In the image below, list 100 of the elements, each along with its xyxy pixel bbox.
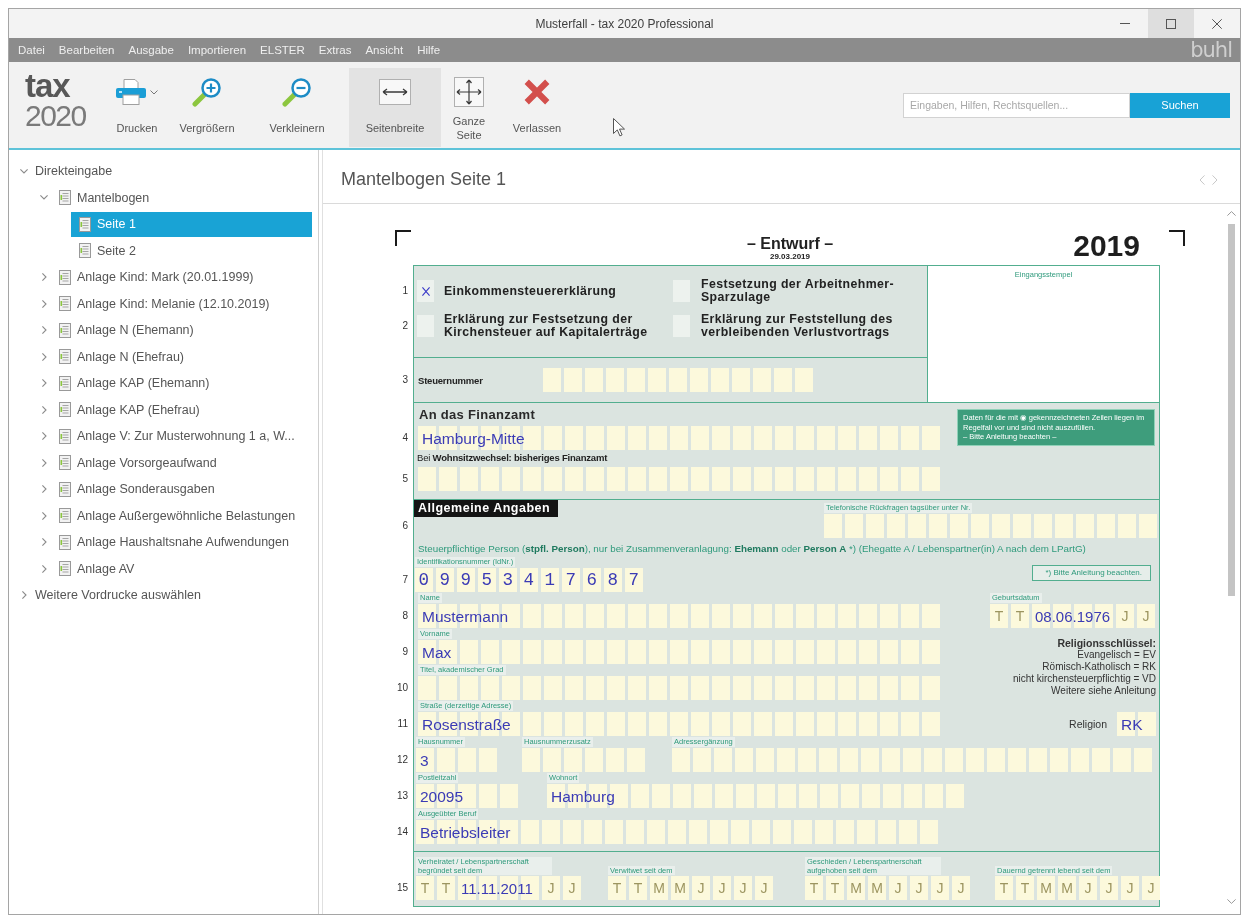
tree-item[interactable]: Anlage N (Ehefrau) [51, 344, 312, 370]
chevron-up-icon[interactable] [1226, 211, 1236, 216]
chevron-left-icon[interactable] [1199, 174, 1205, 185]
checkbox[interactable] [417, 280, 434, 302]
tree-item[interactable]: Anlage Vorsorgeaufwand [51, 450, 312, 476]
chevron-right-icon[interactable] [41, 485, 47, 494]
tree-item[interactable]: Anlage KAP (Ehemann) [51, 370, 312, 396]
date-cell-field[interactable]: J [563, 876, 581, 900]
date-cell-field[interactable]: M [847, 876, 865, 900]
input-field[interactable]: Betriebsleiter [416, 820, 938, 844]
input-field[interactable] [418, 676, 940, 700]
chevron-right-icon[interactable] [41, 379, 47, 388]
tree-item[interactable]: Seite 1 [71, 211, 312, 237]
input-field[interactable]: Hamburg-Mitte [418, 426, 940, 450]
search-field[interactable]: Eingaben, Hilfen, Rechtsquellen... [903, 92, 1130, 118]
date-cell-field[interactable]: T [805, 876, 823, 900]
chevron-right-icon[interactable] [1212, 174, 1218, 185]
input-field[interactable]: Rosenstraße [418, 712, 940, 736]
tree-item[interactable]: Mantelbogen [51, 185, 312, 211]
tree-item[interactable]: Seite 2 [71, 238, 312, 264]
chevron-right-icon[interactable] [41, 299, 47, 308]
menu-item[interactable]: Importieren [180, 44, 254, 56]
chevron-right-icon[interactable] [41, 458, 47, 467]
tree-item[interactable]: Anlage Kind: Mark (20.01.1999) [51, 264, 312, 290]
scrollbar-thumb[interactable] [1227, 224, 1235, 596]
menu-item[interactable]: Ansicht [358, 44, 411, 56]
chevron-right-icon[interactable] [41, 273, 47, 282]
chevron-right-icon[interactable] [41, 511, 47, 520]
date-cell-field[interactable]: T [1016, 876, 1034, 900]
exit-button[interactable]: Verlassen [497, 68, 577, 147]
menu-item[interactable]: Extras [311, 44, 359, 56]
chevron-down-icon[interactable] [20, 168, 28, 174]
chevron-right-icon[interactable] [41, 432, 47, 441]
tree-item[interactable]: Anlage N (Ehemann) [51, 317, 312, 343]
tree-item[interactable]: Anlage Außergewöhnliche Belastungen [51, 503, 312, 529]
print-button[interactable]: Drucken [105, 68, 169, 147]
date-cell-field[interactable]: T [1011, 604, 1029, 628]
date-cell-field[interactable]: T [629, 876, 647, 900]
date-cell-field[interactable]: T [608, 876, 626, 900]
date-cell-field[interactable]: T [416, 876, 434, 900]
chevron-right-icon[interactable] [41, 326, 47, 335]
menu-item[interactable]: Ausgabe [121, 44, 181, 56]
date-cell-field[interactable]: J [692, 876, 710, 900]
date-cell-field[interactable]: J [542, 876, 560, 900]
date-cell-field[interactable]: J [952, 876, 970, 900]
input-field[interactable] [824, 514, 1157, 538]
date-cell-field[interactable]: J [1137, 604, 1155, 628]
full-page-button[interactable]: Ganze Seite [441, 68, 497, 147]
chevron-right-icon[interactable] [21, 591, 27, 600]
date-cell-field[interactable]: J [1116, 604, 1134, 628]
tree-item[interactable]: Anlage V: Zur Musterwohnung 1 a, W... [51, 423, 312, 449]
date-cell-field[interactable]: M [868, 876, 886, 900]
input-field[interactable] [543, 368, 813, 392]
date-cell-field[interactable]: T [990, 604, 1008, 628]
tree-item[interactable]: Anlage Kind: Melanie (12.10.2019) [51, 291, 312, 317]
chevron-right-icon[interactable] [41, 405, 47, 414]
date-input-field[interactable]: 08.06.1976 [1032, 604, 1113, 628]
search-button[interactable]: Suchen [1130, 92, 1230, 118]
page-width-button[interactable]: Seitenbreite [349, 68, 441, 147]
input-field[interactable] [418, 467, 940, 491]
date-cell-field[interactable]: T [826, 876, 844, 900]
date-cell-field[interactable]: J [1121, 876, 1139, 900]
date-cell-field[interactable]: T [437, 876, 455, 900]
zoom-out-button[interactable]: Verkleinern [245, 68, 349, 147]
maximize-button[interactable] [1148, 9, 1194, 38]
input-field[interactable]: 20095 [416, 784, 518, 808]
chevron-right-icon[interactable] [41, 538, 47, 547]
menu-item[interactable]: Datei [11, 44, 52, 56]
date-cell-field[interactable]: M [1058, 876, 1076, 900]
date-cell-field[interactable]: J [734, 876, 752, 900]
tree-item[interactable]: Anlage KAP (Ehefrau) [51, 397, 312, 423]
date-cell-field[interactable]: J [1142, 876, 1160, 900]
date-cell-field[interactable]: J [889, 876, 907, 900]
date-cell-field[interactable]: J [1079, 876, 1097, 900]
chevron-right-icon[interactable] [41, 352, 47, 361]
chevron-right-icon[interactable] [41, 564, 47, 573]
menu-item[interactable]: Hilfe [410, 44, 448, 56]
date-cell-field[interactable]: J [910, 876, 928, 900]
input-field[interactable]: 0 9 9 5 3 4 1 7 6 8 7 [415, 568, 643, 592]
input-field[interactable]: RK [1117, 712, 1156, 736]
input-field[interactable] [672, 748, 1152, 772]
chevron-down-icon[interactable] [1226, 899, 1236, 904]
date-input-field[interactable]: 11.11.2011 [458, 876, 539, 900]
date-cell-field[interactable]: J [931, 876, 949, 900]
input-field[interactable]: Hamburg [547, 784, 964, 808]
zoom-in-button[interactable]: Vergrößern [169, 68, 245, 147]
date-cell-field[interactable]: T [995, 876, 1013, 900]
date-cell-field[interactable]: M [1037, 876, 1055, 900]
date-cell-field[interactable]: M [671, 876, 689, 900]
date-cell-field[interactable]: J [713, 876, 731, 900]
input-field[interactable]: Mustermann [418, 604, 940, 628]
tree-item[interactable]: Weitere Vordrucke auswählen [31, 582, 312, 608]
tree-item[interactable]: Anlage Haushaltsnahe Aufwendungen [51, 529, 312, 555]
date-cell-field[interactable]: M [650, 876, 668, 900]
tree-item[interactable]: Anlage Sonderausgaben [51, 476, 312, 502]
date-cell-field[interactable]: J [755, 876, 773, 900]
tree-item[interactable]: Direkteingabe [31, 158, 312, 184]
menu-item[interactable]: ELSTER [253, 44, 312, 56]
input-field[interactable]: Max [418, 640, 940, 664]
input-field[interactable]: 3 [416, 748, 497, 772]
